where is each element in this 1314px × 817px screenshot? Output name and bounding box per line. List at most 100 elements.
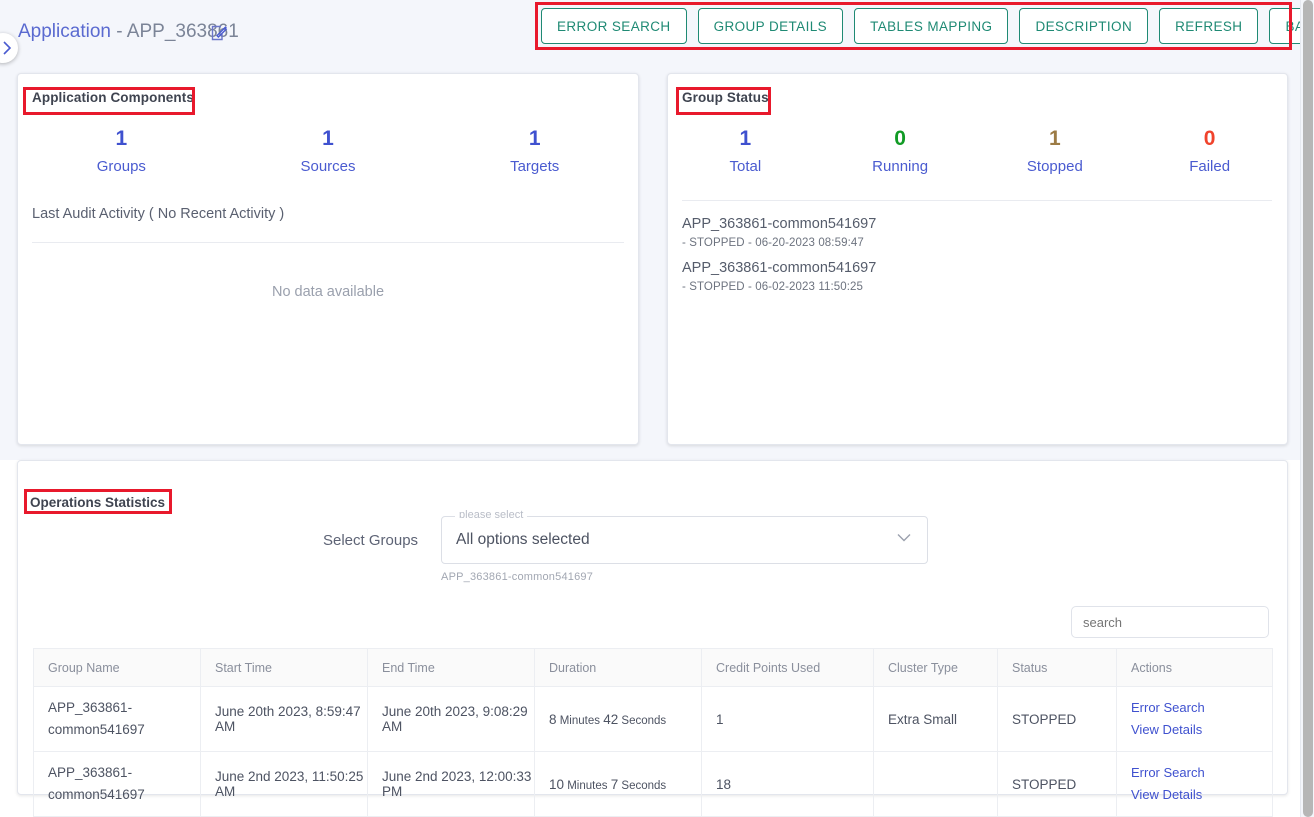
components-stats: 1 Groups 1 Sources 1 Targets (18, 124, 638, 180)
operations-statistics-panel: Operations Statistics Select Groups plea… (17, 460, 1288, 817)
cell-cluster-type: Extra Small (873, 686, 998, 752)
duration-seconds: 42 (603, 711, 619, 727)
duration-seconds-unit: Seconds (618, 714, 667, 727)
table-row: APP_363861-common541697 June 2nd 2023, 1… (33, 751, 1273, 817)
select-groups-label: Select Groups (323, 531, 419, 549)
header-action-buttons: ERROR SEARCH GROUP DETAILS TABLES MAPPIN… (541, 8, 1314, 44)
cell-status: STOPPED (997, 686, 1117, 752)
duration-minutes: 8 (549, 711, 557, 727)
error-search-link[interactable]: Error Search (1131, 762, 1272, 784)
stat-targets-value: 1 (528, 127, 541, 150)
chevron-down-icon (894, 528, 914, 553)
page-title-separator: - (110, 21, 127, 42)
cell-credit-points-used: 1 (701, 686, 874, 752)
stat-total-label: Total (729, 158, 762, 175)
cell-duration: 8 Minutes 42 Seconds (534, 686, 702, 752)
group-status-list: APP_363861-common541697 - STOPPED - 06-2… (682, 214, 1262, 302)
application-components-card: Application Components 1 Groups 1 Source… (17, 73, 639, 445)
select-groups-dropdown[interactable]: please select All options selected (441, 509, 929, 564)
column-end-time: End Time (367, 648, 535, 687)
group-name: APP_363861-common541697 (682, 260, 877, 276)
column-group-name: Group Name (33, 648, 201, 687)
cell-duration: 10 Minutes 7 Seconds (534, 751, 702, 817)
cell-actions: Error Search View Details (1116, 751, 1273, 817)
select-groups-helper-text: APP_363861-common541697 (441, 571, 594, 583)
components-empty-state: No data available (271, 284, 385, 300)
stat-targets-label: Targets (510, 158, 560, 175)
tables-mapping-button[interactable]: TABLES MAPPING (854, 8, 1009, 44)
stat-sources-label: Sources (300, 158, 356, 175)
stat-running: 0 Running (823, 124, 978, 180)
cell-group-name: APP_363861-common541697 (33, 751, 201, 817)
operations-table: Group Name Start Time End Time Duration … (33, 648, 1273, 817)
summary-cards-area: Application Components 1 Groups 1 Source… (0, 68, 1300, 460)
scrollbar-thumb[interactable] (1303, 0, 1313, 817)
table-header-row: Group Name Start Time End Time Duration … (33, 648, 1273, 687)
column-credit-points-used: Credit Points Used (701, 648, 874, 687)
page-header: Application - APP_363861 ERROR SEARCH GR… (0, 0, 1314, 68)
search-input[interactable] (1071, 606, 1269, 638)
table-row: APP_363861-common541697 June 20th 2023, … (33, 686, 1273, 752)
select-groups-float-label: please select (455, 509, 528, 518)
page-scrollbar[interactable] (1300, 0, 1314, 817)
stat-total: 1 Total (668, 124, 823, 180)
chevron-right-icon (2, 41, 11, 55)
select-groups-value: All options selected (456, 531, 590, 548)
last-audit-activity-text: Last Audit Activity ( No Recent Activity… (32, 206, 285, 222)
stat-groups-value: 1 (115, 127, 128, 150)
cell-cluster-type (873, 751, 998, 817)
column-actions: Actions (1116, 648, 1273, 687)
group-details-button[interactable]: GROUP DETAILS (697, 8, 844, 44)
group-status-card: Group Status 1 Total 0 Running 1 Stopped… (667, 73, 1288, 445)
list-item[interactable]: APP_363861-common541697 - STOPPED - 06-2… (682, 214, 1262, 252)
view-details-link[interactable]: View Details (1131, 719, 1272, 741)
error-search-button[interactable]: ERROR SEARCH (541, 8, 687, 44)
column-status: Status (997, 648, 1117, 687)
group-status-title: Group Status (682, 90, 769, 105)
column-start-time: Start Time (200, 648, 368, 687)
cell-start-time: June 20th 2023, 8:59:47 AM (200, 686, 368, 752)
page-title-prefix: Application (18, 21, 111, 42)
edit-square-icon[interactable] (210, 24, 228, 42)
stat-total-value: 1 (739, 127, 752, 150)
column-duration: Duration (534, 648, 702, 687)
error-search-link[interactable]: Error Search (1131, 697, 1272, 719)
stat-groups: 1 Groups (18, 124, 225, 180)
duration-minutes-unit: Minutes (564, 779, 611, 792)
stat-stopped: 1 Stopped (978, 124, 1133, 180)
group-meta: - STOPPED - 06-20-2023 08:59:47 (682, 237, 864, 249)
duration-minutes: 10 (549, 776, 565, 792)
stat-targets: 1 Targets (431, 124, 638, 180)
application-detail-page: Application - APP_363861 ERROR SEARCH GR… (0, 0, 1314, 817)
stat-sources-value: 1 (322, 127, 334, 150)
view-details-link[interactable]: View Details (1131, 784, 1272, 806)
sidebar-expand-button[interactable] (0, 33, 18, 63)
cell-start-time: June 2nd 2023, 11:50:25 AM (200, 751, 368, 817)
refresh-button[interactable]: REFRESH (1159, 8, 1259, 44)
stat-stopped-value: 1 (1049, 127, 1061, 150)
application-components-title: Application Components (32, 90, 194, 105)
components-divider (32, 242, 624, 243)
stat-running-label: Running (872, 158, 929, 175)
cell-actions: Error Search View Details (1116, 686, 1273, 752)
list-item[interactable]: APP_363861-common541697 - STOPPED - 06-0… (682, 258, 1262, 296)
group-status-stats: 1 Total 0 Running 1 Stopped 0 Failed (668, 124, 1287, 180)
cell-end-time: June 2nd 2023, 12:00:33 PM (367, 751, 535, 817)
stat-failed: 0 Failed (1132, 124, 1287, 180)
stat-failed-label: Failed (1189, 158, 1231, 175)
stat-sources: 1 Sources (225, 124, 432, 180)
stat-failed-value: 0 (1203, 127, 1216, 150)
operations-statistics-title: Operations Statistics (30, 495, 166, 510)
cell-status: STOPPED (997, 751, 1117, 817)
column-cluster-type: Cluster Type (873, 648, 998, 687)
page-title: Application - APP_363861 (18, 21, 239, 43)
stat-groups-label: Groups (96, 158, 146, 175)
cell-end-time: June 20th 2023, 9:08:29 AM (367, 686, 535, 752)
cell-group-name: APP_363861-common541697 (33, 686, 201, 752)
description-button[interactable]: DESCRIPTION (1019, 8, 1149, 44)
group-status-divider (682, 200, 1272, 201)
select-groups-row: Select Groups please select All options … (323, 509, 929, 583)
duration-seconds-unit: Seconds (618, 779, 667, 792)
stat-stopped-label: Stopped (1026, 158, 1083, 175)
group-name: APP_363861-common541697 (682, 216, 877, 232)
